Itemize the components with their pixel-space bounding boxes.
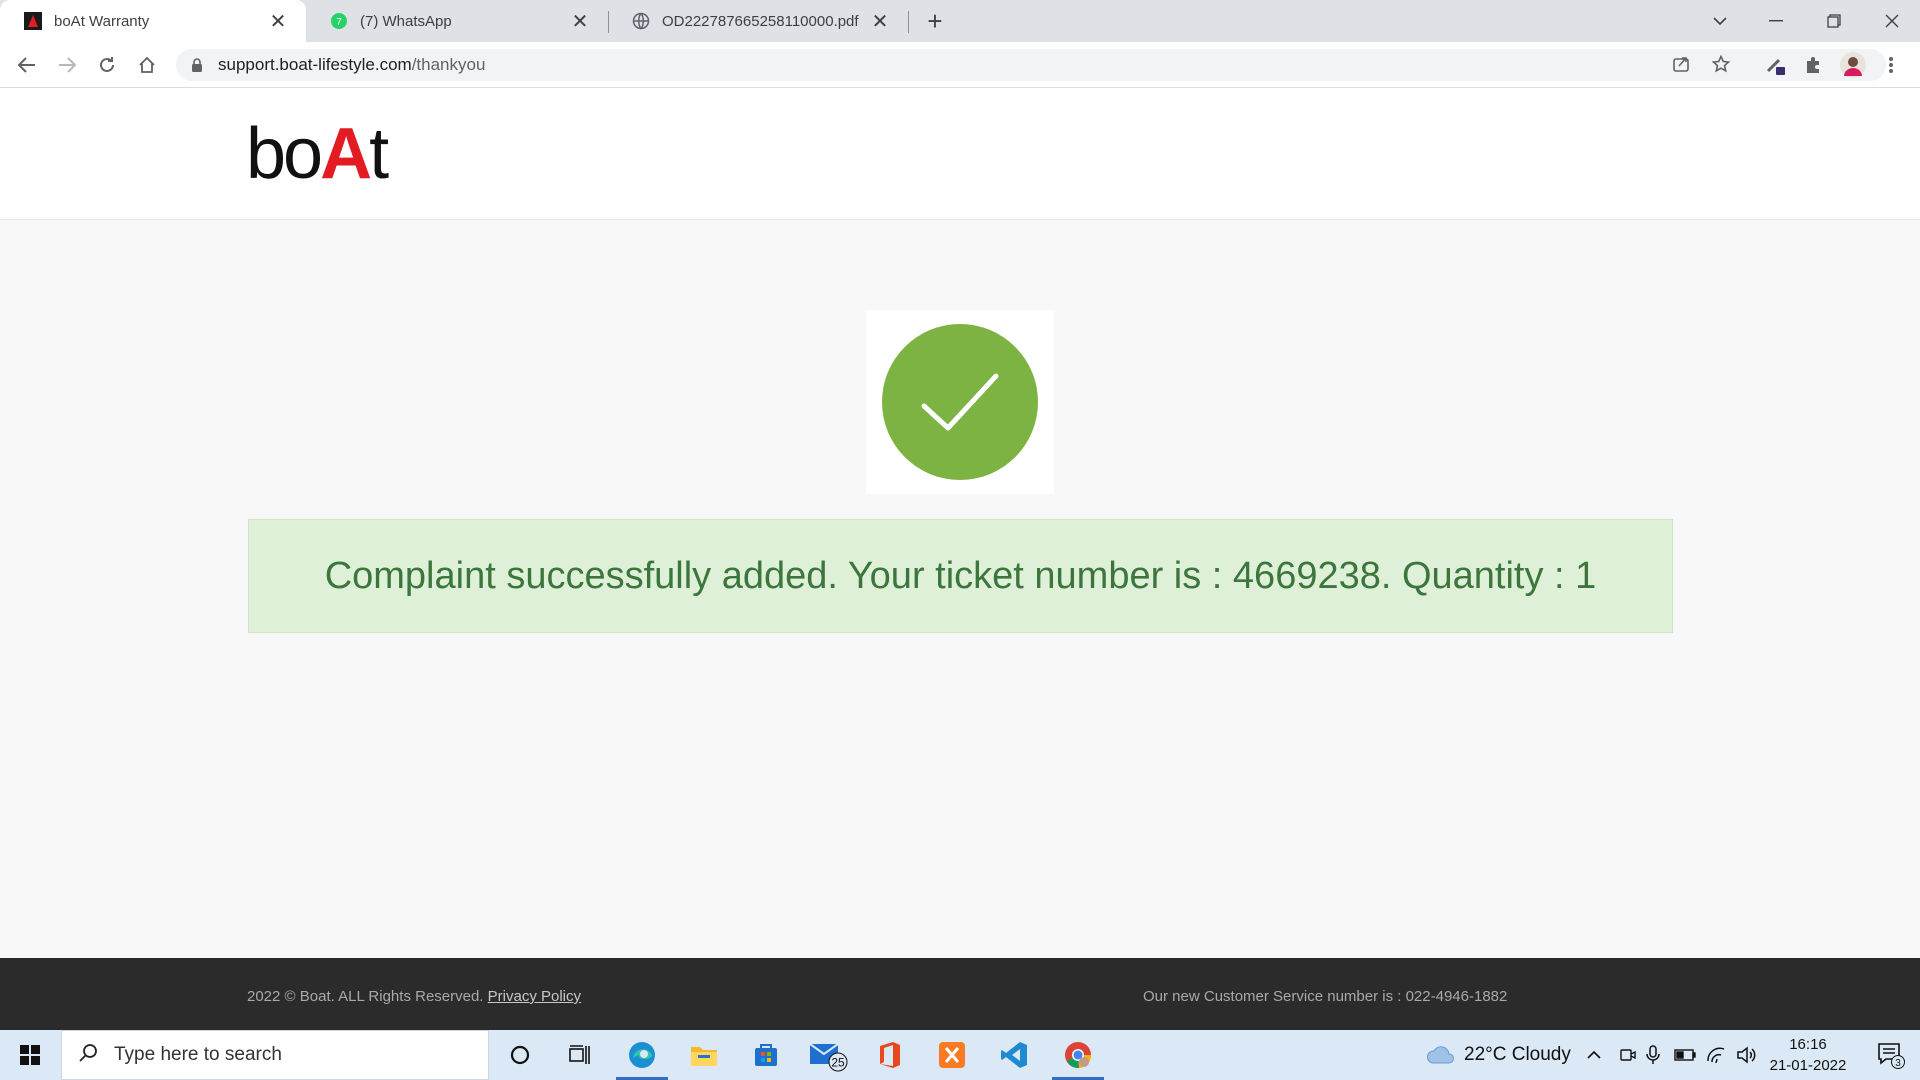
boat-favicon-icon xyxy=(24,12,42,30)
show-hidden-icons-chevron-icon[interactable] xyxy=(1586,1030,1602,1080)
xampp-icon[interactable] xyxy=(922,1030,982,1080)
url-host: support.boat-lifestyle.com xyxy=(218,55,412,74)
system-clock[interactable]: 16:16 21-01-2022 xyxy=(1760,1034,1856,1076)
cloud-icon xyxy=(1427,1046,1454,1064)
svg-text:7: 7 xyxy=(336,17,342,28)
success-message: Complaint successfully added. Your ticke… xyxy=(324,554,1597,597)
cortana-icon[interactable] xyxy=(490,1030,550,1080)
close-tab-icon[interactable]: ✕ xyxy=(870,11,890,33)
meet-now-icon[interactable] xyxy=(1618,1030,1636,1080)
tab-separator xyxy=(908,11,909,33)
tab-title: OD222787665258110000.pdf xyxy=(662,12,859,30)
boat-logo[interactable]: boAt xyxy=(246,118,389,190)
task-view-icon[interactable] xyxy=(550,1030,610,1080)
tab-strip: boAt Warranty ✕ 7 (7) WhatsApp ✕ OD22278… xyxy=(0,0,1920,42)
more-menu-icon[interactable] xyxy=(1876,50,1906,80)
whatsapp-favicon-icon: 7 xyxy=(330,12,348,30)
weather-text: 22°C Cloudy xyxy=(1464,1044,1571,1065)
mail-icon[interactable]: 25 xyxy=(798,1030,858,1080)
vscode-icon[interactable] xyxy=(984,1030,1044,1080)
lock-icon xyxy=(190,58,204,72)
office-icon[interactable] xyxy=(860,1030,920,1080)
footer-copyright: 2022 © Boat. ALL Rights Reserved. Privac… xyxy=(247,988,582,1005)
edge-browser-icon[interactable] xyxy=(612,1030,672,1080)
bookmark-star-icon[interactable] xyxy=(1706,49,1736,79)
checkmark-icon xyxy=(882,324,1038,480)
privacy-policy-link[interactable]: Privacy Policy xyxy=(488,988,581,1005)
success-check-box xyxy=(866,310,1054,494)
taskbar-search-input[interactable]: Type here to search xyxy=(61,1030,489,1080)
url-path: /thankyou xyxy=(411,55,486,74)
svg-text:3: 3 xyxy=(1895,1058,1901,1069)
extension-tool-icon[interactable] xyxy=(1760,50,1790,80)
browser-toolbar: support.boat-lifestyle.com/thankyou xyxy=(0,42,1920,88)
minimize-button[interactable] xyxy=(1748,0,1804,42)
clock-time: 16:16 xyxy=(1789,1036,1827,1053)
back-arrow-icon[interactable] xyxy=(12,50,42,80)
extensions-puzzle-icon[interactable] xyxy=(1798,50,1828,80)
wifi-icon[interactable] xyxy=(1706,1030,1726,1080)
clock-date: 21-01-2022 xyxy=(1769,1057,1847,1074)
success-alert: Complaint successfully added. Your ticke… xyxy=(248,519,1673,633)
search-icon xyxy=(78,1043,98,1068)
tab-whatsapp[interactable]: 7 (7) WhatsApp ✕ xyxy=(306,0,608,42)
svg-text:25: 25 xyxy=(831,1056,845,1070)
site-header: boAt xyxy=(0,88,1920,220)
windows-start-icon[interactable] xyxy=(0,1030,60,1080)
microsoft-store-icon[interactable] xyxy=(736,1030,796,1080)
close-window-button[interactable] xyxy=(1864,0,1920,42)
home-icon[interactable] xyxy=(132,50,162,80)
tab-search-chevron-icon[interactable] xyxy=(1692,0,1748,42)
close-tab-icon[interactable]: ✕ xyxy=(570,11,590,33)
page-content: boAt Complaint successfully added. Your … xyxy=(0,88,1920,958)
reload-icon[interactable] xyxy=(92,50,122,80)
weather-widget[interactable]: 22°C Cloudy xyxy=(1426,1030,1571,1080)
address-bar[interactable]: support.boat-lifestyle.com/thankyou xyxy=(176,49,1886,81)
chrome-icon[interactable] xyxy=(1048,1030,1108,1080)
profile-avatar[interactable] xyxy=(1838,50,1868,80)
share-icon[interactable] xyxy=(1666,49,1696,79)
windows-taskbar: Type here to search 25 22°C Cloudy 16:16… xyxy=(0,1030,1920,1080)
battery-icon[interactable] xyxy=(1674,1030,1696,1080)
globe-icon xyxy=(632,12,650,30)
site-footer: 2022 © Boat. ALL Rights Reserved. Privac… xyxy=(0,958,1920,1030)
search-placeholder: Type here to search xyxy=(114,1044,282,1065)
microphone-icon[interactable] xyxy=(1646,1030,1660,1080)
forward-arrow-icon[interactable] xyxy=(52,50,82,80)
tab-boat-warranty[interactable]: boAt Warranty ✕ xyxy=(0,0,306,42)
tab-pdf[interactable]: OD222787665258110000.pdf ✕ xyxy=(608,0,908,42)
notification-center-icon[interactable]: 3 xyxy=(1866,1030,1916,1080)
close-tab-icon[interactable]: ✕ xyxy=(268,11,288,33)
tab-title: (7) WhatsApp xyxy=(360,12,452,30)
new-tab-button[interactable]: + xyxy=(920,6,950,36)
volume-icon[interactable] xyxy=(1736,1030,1756,1080)
file-explorer-icon[interactable] xyxy=(674,1030,734,1080)
customer-service-number: Our new Customer Service number is : 022… xyxy=(1143,988,1508,1005)
restore-button[interactable] xyxy=(1806,0,1862,42)
tab-title: boAt Warranty xyxy=(54,12,150,30)
